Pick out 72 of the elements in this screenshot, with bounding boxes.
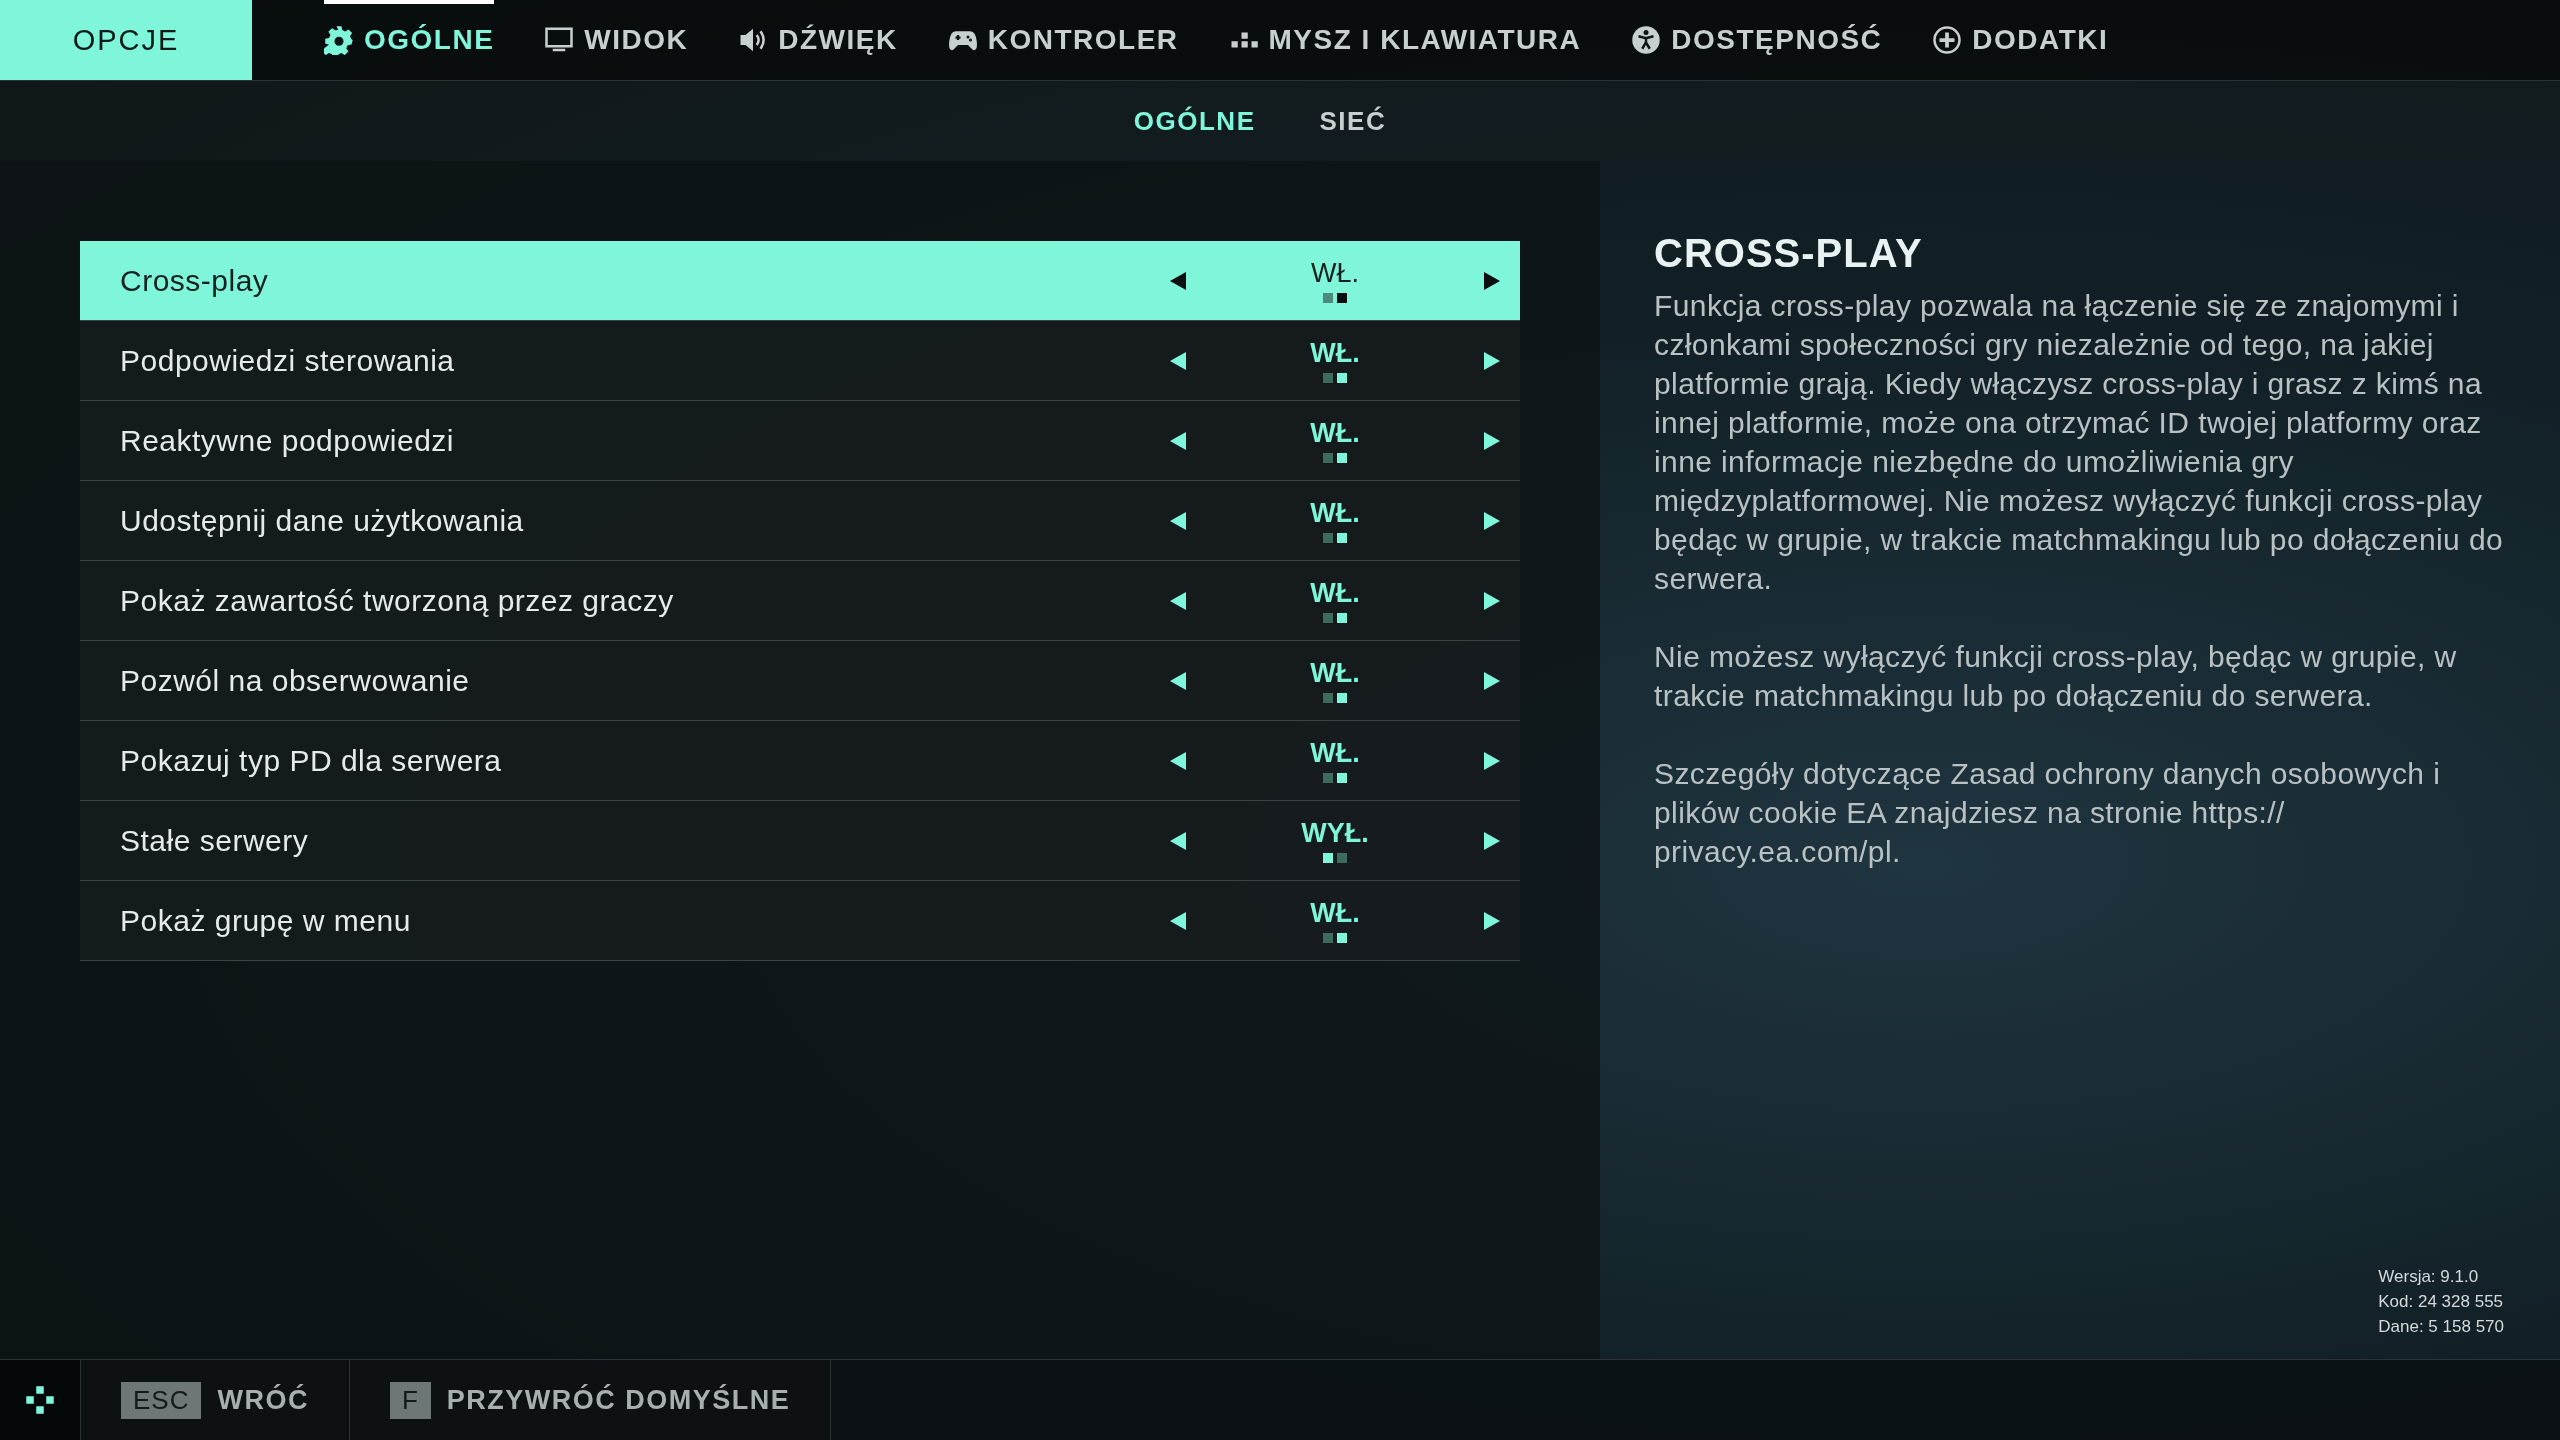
- setting-row[interactable]: Stałe serwery WYŁ.: [80, 801, 1520, 881]
- right-arrow-icon[interactable]: [1484, 591, 1500, 610]
- right-arrow-icon[interactable]: [1484, 431, 1500, 450]
- setting-row[interactable]: Reaktywne podpowiedzi WŁ.: [80, 401, 1520, 481]
- category-tab[interactable]: KONTROLER: [947, 0, 1179, 80]
- setting-label: Pokazuj typ PD dla serwera: [120, 743, 503, 778]
- setting-label: Cross-play: [120, 263, 270, 298]
- category-tab[interactable]: DŹWIĘK: [738, 0, 898, 80]
- setting-row[interactable]: Pokaż grupę w menu WŁ.: [80, 881, 1520, 961]
- right-arrow-icon[interactable]: [1484, 351, 1500, 370]
- right-arrow-icon[interactable]: [1484, 511, 1500, 530]
- setting-value: WŁ.: [1310, 498, 1360, 529]
- gear-icon: [324, 25, 354, 55]
- action-label: WRÓĆ: [217, 1384, 309, 1416]
- setting-value: WŁ.: [1310, 658, 1360, 689]
- setting-value: WŁ.: [1310, 578, 1360, 609]
- footer-action[interactable]: F PRZYWRÓĆ DOMYŚLNE: [349, 1360, 832, 1440]
- footer-action[interactable]: ESC WRÓĆ: [81, 1360, 350, 1440]
- setting-label: Pokaż grupę w menu: [120, 903, 412, 938]
- version-info: Wersja: 9.1.0: [2378, 1266, 2480, 1288]
- plus-icon: [1932, 25, 1963, 55]
- setting-row[interactable]: Cross-play WŁ.: [80, 241, 1520, 321]
- description-text: Funkcja cross-play pozwala na łączenie się ze znajomymi i członkami społeczności gry niezależnie od tego, na jakiej platformie grają. Kiedy włączysz cross-play i grasz z kimś na innej platformie, może ona otrzymać ID twojej platformy oraz inne informacje niezbędne do umożliwienia gry międzyplatformowej. Nie możesz wyłączyć funkcji cross-play będąc w grupie, w trakcie matchmakingu lub po dołączeniu do serwera.: [1654, 288, 2504, 597]
- category-tab[interactable]: MYSZ I KLAWIATURA: [1228, 0, 1582, 80]
- left-arrow-icon[interactable]: [1170, 511, 1186, 530]
- left-arrow-icon[interactable]: [1170, 271, 1186, 290]
- setting-value: WŁ.: [1310, 338, 1360, 369]
- setting-label: Udostępnij dane użytkowania: [120, 503, 525, 538]
- setting-label: Reaktywne podpowiedzi: [120, 423, 456, 458]
- setting-label: Pokaż zawartość tworzoną przez graczy: [120, 583, 675, 618]
- accessibility-icon: [1631, 25, 1662, 55]
- subtab[interactable]: OGÓLNE: [1127, 104, 1262, 138]
- setting-label: Pozwól na obserwowanie: [120, 663, 471, 698]
- left-arrow-icon[interactable]: [1170, 751, 1186, 770]
- category-tab[interactable]: DODATKI: [1932, 0, 2109, 80]
- category-tab[interactable]: DOSTĘPNOŚĆ: [1631, 0, 1883, 80]
- left-arrow-icon[interactable]: [1170, 911, 1186, 930]
- right-arrow-icon[interactable]: [1484, 271, 1500, 290]
- left-arrow-icon[interactable]: [1170, 431, 1186, 450]
- version-info: Dane: 5 158 570: [2378, 1316, 2504, 1338]
- setting-row[interactable]: Pokaż zawartość tworzoną przez graczy WŁ.: [80, 561, 1520, 641]
- category-tab[interactable]: WIDOK: [544, 0, 689, 80]
- description-title: CROSS-PLAY: [1654, 231, 1924, 276]
- action-label: PRZYWRÓĆ DOMYŚLNE: [446, 1384, 791, 1416]
- right-arrow-icon[interactable]: [1484, 751, 1500, 770]
- setting-label: Podpowiedzi sterowania: [120, 343, 456, 378]
- dpad-icon: [25, 1385, 55, 1415]
- right-arrow-icon[interactable]: [1484, 911, 1500, 930]
- setting-value: WYŁ.: [1301, 818, 1369, 849]
- setting-row[interactable]: Udostępnij dane użytkowania WŁ.: [80, 481, 1520, 561]
- left-arrow-icon[interactable]: [1170, 351, 1186, 370]
- setting-label: Stałe serwery: [120, 823, 310, 858]
- left-arrow-icon[interactable]: [1170, 591, 1186, 610]
- right-arrow-icon[interactable]: [1484, 671, 1500, 690]
- version-info: Kod: 24 328 555: [2378, 1291, 2504, 1313]
- setting-value: WŁ.: [1310, 738, 1360, 769]
- description-text: Szczegóły dotyczące Zasad ochrony danych osobowych i plików cookie EA znajdziesz na stronie https:// privacy.ea.com/pl.: [1654, 756, 2442, 870]
- category-tab[interactable]: OGÓLNE: [324, 0, 495, 80]
- key-cap: ESC: [121, 1381, 202, 1419]
- right-arrow-icon[interactable]: [1484, 831, 1500, 850]
- left-arrow-icon[interactable]: [1170, 831, 1186, 850]
- description-text: Nie możesz wyłączyć funkcji cross-play, będąc w grupie, w trakcie matchmakingu lub po dołączeniu do serwera.: [1654, 639, 2458, 714]
- setting-value: WŁ.: [1310, 418, 1360, 449]
- setting-value: WŁ.: [1311, 258, 1359, 289]
- subtab[interactable]: SIEĆ: [1313, 104, 1393, 138]
- key-cap: F: [389, 1381, 431, 1419]
- setting-row[interactable]: Pozwól na obserwowanie WŁ.: [80, 641, 1520, 721]
- setting-value: WŁ.: [1310, 898, 1360, 929]
- options-title: OPCJE: [0, 0, 252, 80]
- setting-row[interactable]: Pokazuj typ PD dla serwera WŁ.: [80, 721, 1520, 801]
- setting-row[interactable]: Podpowiedzi sterowania WŁ.: [80, 321, 1520, 401]
- left-arrow-icon[interactable]: [1170, 671, 1186, 690]
